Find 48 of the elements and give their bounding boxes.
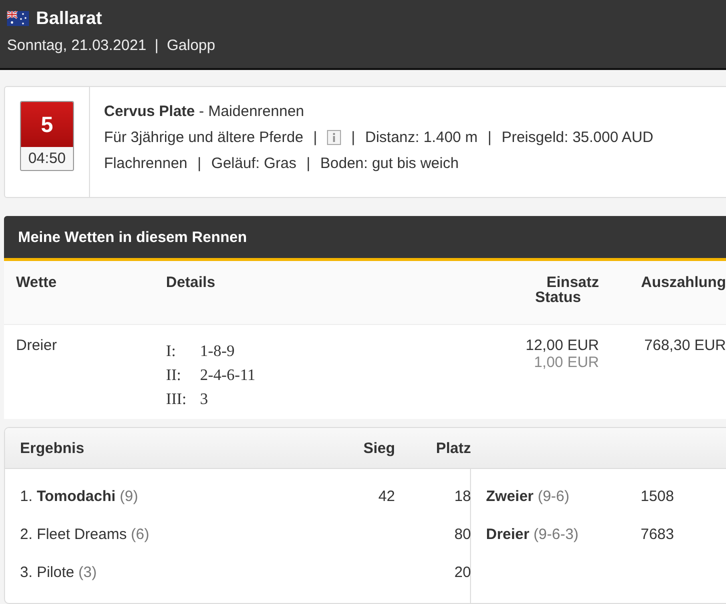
flag-icon xyxy=(7,10,29,26)
meeting-subtitle: Sonntag, 21.03.2021 | Galopp xyxy=(7,37,216,54)
leg-label: II: xyxy=(166,367,182,385)
race-info-text: Geläuf: Gras xyxy=(211,155,296,172)
separator: | xyxy=(488,129,492,146)
table-cell-text: 12,00 EUR xyxy=(524,337,599,354)
leg-value: 1-8-9 xyxy=(200,343,236,361)
table-cell-text: 1,00 EUR xyxy=(532,354,599,371)
column-header: Details xyxy=(166,274,216,291)
leg-label: III: xyxy=(166,391,188,409)
column-header: Status xyxy=(535,289,581,306)
race-info-text: Distanz: 1.400 m xyxy=(365,129,478,146)
column-header: Auszahlung xyxy=(641,274,726,291)
column-header: Ergebnis xyxy=(19,440,86,456)
separator: | xyxy=(197,155,202,172)
table-cell-text: Zweier (9-6) xyxy=(485,488,570,504)
table-cell-text: 7683 xyxy=(640,526,674,542)
race-time: 04:50 xyxy=(21,147,73,170)
race-info-text: Flachrennen xyxy=(104,155,188,172)
venue-title: Ballarat xyxy=(36,8,102,28)
race-info-text: Cervus Plate - Maidenrennen xyxy=(104,103,304,120)
table-cell-text: 1. Tomodachi (9) xyxy=(19,488,140,504)
leg-value: 2-4-6-11 xyxy=(200,367,256,385)
race-number: 5 xyxy=(21,102,73,147)
leg-value: 3 xyxy=(200,391,209,409)
separator: | xyxy=(306,155,310,172)
column-header: Sieg xyxy=(362,440,395,456)
table-cell-text: 80 xyxy=(453,526,471,542)
column-header: Platz xyxy=(434,440,471,456)
table-cell-text: 18 xyxy=(453,488,471,504)
table-cell-text: 2. Fleet Dreams (6) xyxy=(19,526,150,542)
info-icon[interactable] xyxy=(327,130,342,145)
table-cell-text: Dreier (9-6-3) xyxy=(485,526,580,542)
race-info-text: Preisgeld: 35.000 AUD xyxy=(502,129,654,146)
table-cell-text: 20 xyxy=(453,564,471,580)
table-cell: Dreier xyxy=(16,337,57,354)
table-cell-text: 3. Pilote (3) xyxy=(19,564,98,580)
race-info-text: Für 3jährige und ältere Pferde xyxy=(104,129,304,146)
table-cell-text: 42 xyxy=(377,488,395,504)
column-header: Einsatz xyxy=(546,274,599,291)
leg-label: I: xyxy=(166,343,177,361)
column-header: Wette xyxy=(16,274,57,291)
race-info-text: Boden: gut bis weich xyxy=(320,155,459,172)
separator: | xyxy=(313,129,318,146)
panel-title: Meine Wetten in diesem Rennen xyxy=(4,216,726,261)
separator: | xyxy=(351,129,356,146)
table-cell-text: 1508 xyxy=(640,488,674,504)
table-cell: 768,30 EUR xyxy=(644,337,726,354)
